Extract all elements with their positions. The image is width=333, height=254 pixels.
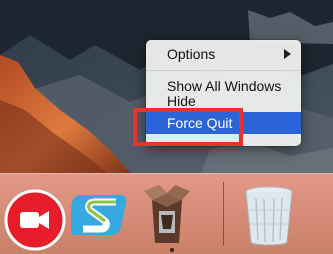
s-app-icon[interactable] — [71, 189, 133, 241]
running-indicator-dot — [170, 248, 174, 252]
dock-divider — [223, 182, 224, 246]
menu-item-options-label: Options — [167, 46, 216, 62]
menu-item-options[interactable]: Options — [146, 44, 301, 64]
menu-item-hide-label: Hide — [167, 93, 196, 108]
dock — [0, 173, 333, 254]
menu-item-hide[interactable]: Hide — [146, 92, 301, 108]
annotation-highlight-box — [133, 108, 243, 146]
trash-icon[interactable] — [242, 182, 296, 248]
facetime-icon[interactable] — [4, 189, 66, 251]
submenu-arrow-icon — [284, 49, 291, 59]
menu-separator — [146, 70, 301, 71]
box-app-icon[interactable] — [141, 183, 193, 245]
